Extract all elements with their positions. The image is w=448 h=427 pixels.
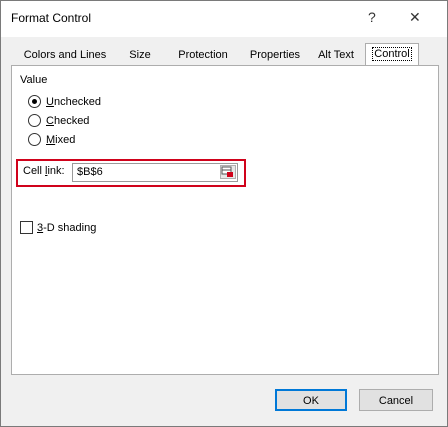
dialog-title: Format Control — [11, 11, 92, 25]
radio-dot — [32, 99, 37, 104]
tab-properties[interactable]: Properties — [243, 45, 307, 65]
radio-unchecked[interactable]: Unchecked — [28, 95, 101, 108]
value-section-label: Value — [20, 74, 48, 86]
radio-button[interactable] — [28, 114, 41, 127]
radio-label-mixed: Mixed — [46, 133, 76, 146]
cell-link-highlight: Cell link: $B$6 — [16, 159, 246, 187]
checkbox-3d-shading[interactable] — [20, 221, 33, 234]
radio-button[interactable] — [28, 133, 41, 146]
tab-alt-text[interactable]: Alt Text — [313, 45, 359, 65]
3d-shading-option[interactable]: 3-D shading — [20, 221, 96, 234]
cell-link-value: $B$6 — [77, 166, 103, 178]
collapse-dialog-icon[interactable] — [220, 165, 236, 179]
title-bar: Format Control ? ✕ — [1, 1, 447, 37]
radio-mixed[interactable]: Mixed — [28, 133, 75, 146]
radio-button-selected[interactable] — [28, 95, 41, 108]
close-button[interactable]: ✕ — [409, 9, 421, 26]
help-button[interactable]: ? — [368, 9, 376, 25]
radio-label-unchecked: Unchecked — [46, 95, 102, 108]
tab-control[interactable]: Control — [365, 43, 419, 66]
tab-control-label: Control — [372, 47, 412, 61]
cell-link-label: Cell link: — [23, 165, 65, 177]
tab-protection[interactable]: Protection — [171, 45, 235, 65]
format-control-dialog: Format Control ? ✕ Colors and Lines Size… — [0, 0, 448, 427]
radio-checked[interactable]: Checked — [28, 114, 89, 127]
radio-label-checked: Checked — [46, 114, 90, 127]
tab-strip: Colors and Lines Size Protection Propert… — [11, 43, 439, 66]
control-panel: Value Unchecked Checked Mixed Cell link:… — [11, 65, 439, 375]
tab-colors-and-lines[interactable]: Colors and Lines — [13, 45, 117, 65]
cancel-button[interactable]: Cancel — [359, 389, 433, 411]
tab-size[interactable]: Size — [123, 45, 157, 65]
cell-link-input[interactable]: $B$6 — [72, 163, 238, 182]
ok-button[interactable]: OK — [275, 389, 347, 411]
3d-shading-label: 3-D shading — [37, 221, 97, 234]
